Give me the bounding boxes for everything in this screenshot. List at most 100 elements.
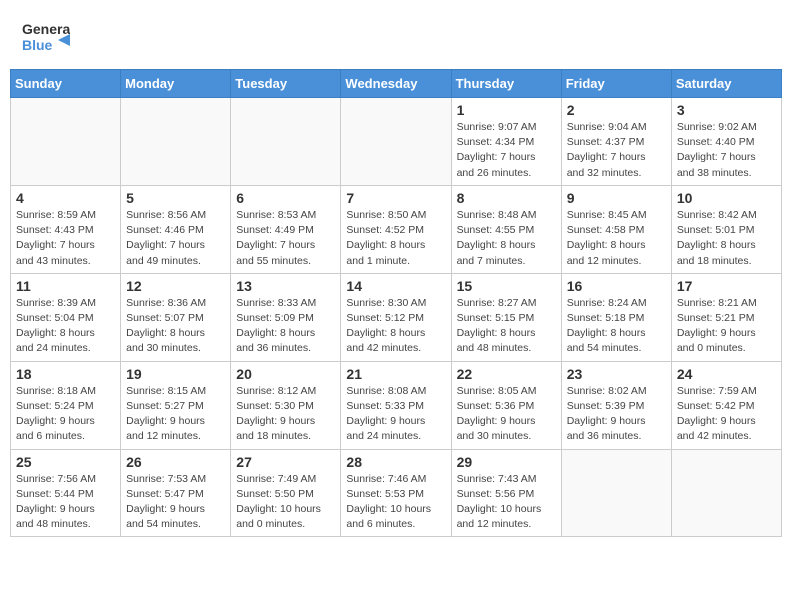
day-info: Sunrise: 8:56 AM Sunset: 4:46 PM Dayligh…	[126, 208, 225, 269]
calendar-cell: 2 Sunrise: 9:04 AM Sunset: 4:37 PM Daylig…	[561, 98, 671, 186]
day-info: Sunrise: 8:18 AM Sunset: 5:24 PM Dayligh…	[16, 384, 115, 445]
day-info: Sunrise: 8:59 AM Sunset: 4:43 PM Dayligh…	[16, 208, 115, 269]
day-info: Sunrise: 9:04 AM Sunset: 4:37 PM Dayligh…	[567, 120, 666, 181]
day-info: Sunrise: 8:45 AM Sunset: 4:58 PM Dayligh…	[567, 208, 666, 269]
calendar-cell	[11, 98, 121, 186]
calendar-cell: 23 Sunrise: 8:02 AM Sunset: 5:39 PM Dayli…	[561, 361, 671, 449]
day-number: 16	[567, 278, 666, 294]
calendar-cell: 9 Sunrise: 8:45 AM Sunset: 4:58 PM Daylig…	[561, 185, 671, 273]
calendar-cell: 11 Sunrise: 8:39 AM Sunset: 5:04 PM Dayli…	[11, 273, 121, 361]
calendar-cell: 15 Sunrise: 8:27 AM Sunset: 5:15 PM Dayli…	[451, 273, 561, 361]
week-row-4: 18 Sunrise: 8:18 AM Sunset: 5:24 PM Dayli…	[11, 361, 782, 449]
calendar-cell	[561, 449, 671, 537]
calendar-wrapper: SundayMondayTuesdayWednesdayThursdayFrid…	[0, 69, 792, 547]
weekday-thursday: Thursday	[451, 70, 561, 98]
calendar-cell: 27 Sunrise: 7:49 AM Sunset: 5:50 PM Dayli…	[231, 449, 341, 537]
day-info: Sunrise: 7:59 AM Sunset: 5:42 PM Dayligh…	[677, 384, 776, 445]
week-row-3: 11 Sunrise: 8:39 AM Sunset: 5:04 PM Dayli…	[11, 273, 782, 361]
weekday-header-row: SundayMondayTuesdayWednesdayThursdayFrid…	[11, 70, 782, 98]
calendar-cell: 17 Sunrise: 8:21 AM Sunset: 5:21 PM Dayli…	[671, 273, 781, 361]
calendar-table: SundayMondayTuesdayWednesdayThursdayFrid…	[10, 69, 782, 537]
weekday-tuesday: Tuesday	[231, 70, 341, 98]
day-info: Sunrise: 7:53 AM Sunset: 5:47 PM Dayligh…	[126, 472, 225, 533]
calendar-cell: 18 Sunrise: 8:18 AM Sunset: 5:24 PM Dayli…	[11, 361, 121, 449]
weekday-friday: Friday	[561, 70, 671, 98]
day-info: Sunrise: 9:07 AM Sunset: 4:34 PM Dayligh…	[457, 120, 556, 181]
calendar-cell: 29 Sunrise: 7:43 AM Sunset: 5:56 PM Dayli…	[451, 449, 561, 537]
day-info: Sunrise: 8:30 AM Sunset: 5:12 PM Dayligh…	[346, 296, 445, 357]
day-number: 18	[16, 366, 115, 382]
day-number: 27	[236, 454, 335, 470]
calendar-cell: 6Sunrise: 8:53 AM Sunset: 4:49 PM Daylig…	[231, 185, 341, 273]
calendar-cell: 19 Sunrise: 8:15 AM Sunset: 5:27 PM Dayli…	[121, 361, 231, 449]
day-info: Sunrise: 7:46 AM Sunset: 5:53 PM Dayligh…	[346, 472, 445, 533]
day-info: Sunrise: 7:43 AM Sunset: 5:56 PM Dayligh…	[457, 472, 556, 533]
day-info: Sunrise: 8:33 AM Sunset: 5:09 PM Dayligh…	[236, 296, 335, 357]
day-info: Sunrise: 8:02 AM Sunset: 5:39 PM Dayligh…	[567, 384, 666, 445]
day-number: 19	[126, 366, 225, 382]
calendar-cell: 13Sunrise: 8:33 AM Sunset: 5:09 PM Dayli…	[231, 273, 341, 361]
calendar-cell: 4 Sunrise: 8:59 AM Sunset: 4:43 PM Daylig…	[11, 185, 121, 273]
day-info: Sunrise: 7:49 AM Sunset: 5:50 PM Dayligh…	[236, 472, 335, 533]
day-info: Sunrise: 8:05 AM Sunset: 5:36 PM Dayligh…	[457, 384, 556, 445]
day-number: 20	[236, 366, 335, 382]
day-number: 3	[677, 102, 776, 118]
day-info: Sunrise: 9:02 AM Sunset: 4:40 PM Dayligh…	[677, 120, 776, 181]
day-number: 1	[457, 102, 556, 118]
week-row-1: 1 Sunrise: 9:07 AM Sunset: 4:34 PM Daylig…	[11, 98, 782, 186]
logo: General Blue	[20, 16, 70, 65]
day-info: Sunrise: 8:15 AM Sunset: 5:27 PM Dayligh…	[126, 384, 225, 445]
day-number: 22	[457, 366, 556, 382]
day-number: 2	[567, 102, 666, 118]
calendar-cell: 3 Sunrise: 9:02 AM Sunset: 4:40 PM Daylig…	[671, 98, 781, 186]
day-number: 23	[567, 366, 666, 382]
calendar-cell: 7Sunrise: 8:50 AM Sunset: 4:52 PM Daylig…	[341, 185, 451, 273]
day-number: 5	[126, 190, 225, 206]
calendar-cell: 8 Sunrise: 8:48 AM Sunset: 4:55 PM Daylig…	[451, 185, 561, 273]
calendar-cell: 21 Sunrise: 8:08 AM Sunset: 5:33 PM Dayli…	[341, 361, 451, 449]
day-info: Sunrise: 8:36 AM Sunset: 5:07 PM Dayligh…	[126, 296, 225, 357]
day-number: 10	[677, 190, 776, 206]
day-number: 12	[126, 278, 225, 294]
calendar-cell: 25 Sunrise: 7:56 AM Sunset: 5:44 PM Dayli…	[11, 449, 121, 537]
day-number: 24	[677, 366, 776, 382]
calendar-cell: 22 Sunrise: 8:05 AM Sunset: 5:36 PM Dayli…	[451, 361, 561, 449]
day-number: 26	[126, 454, 225, 470]
svg-text:Blue: Blue	[22, 37, 53, 53]
day-info: Sunrise: 7:56 AM Sunset: 5:44 PM Dayligh…	[16, 472, 115, 533]
calendar-cell	[341, 98, 451, 186]
day-number: 28	[346, 454, 445, 470]
calendar-cell: 10Sunrise: 8:42 AM Sunset: 5:01 PM Dayli…	[671, 185, 781, 273]
day-info: Sunrise: 8:27 AM Sunset: 5:15 PM Dayligh…	[457, 296, 556, 357]
calendar-cell: 24 Sunrise: 7:59 AM Sunset: 5:42 PM Dayli…	[671, 361, 781, 449]
day-info: Sunrise: 8:39 AM Sunset: 5:04 PM Dayligh…	[16, 296, 115, 357]
day-info: Sunrise: 8:21 AM Sunset: 5:21 PM Dayligh…	[677, 296, 776, 357]
week-row-5: 25 Sunrise: 7:56 AM Sunset: 5:44 PM Dayli…	[11, 449, 782, 537]
weekday-monday: Monday	[121, 70, 231, 98]
day-number: 11	[16, 278, 115, 294]
calendar-cell: 26 Sunrise: 7:53 AM Sunset: 5:47 PM Dayli…	[121, 449, 231, 537]
week-row-2: 4 Sunrise: 8:59 AM Sunset: 4:43 PM Daylig…	[11, 185, 782, 273]
day-info: Sunrise: 8:50 AM Sunset: 4:52 PM Dayligh…	[346, 208, 445, 269]
calendar-cell	[231, 98, 341, 186]
day-number: 4	[16, 190, 115, 206]
weekday-saturday: Saturday	[671, 70, 781, 98]
day-number: 8	[457, 190, 556, 206]
day-number: 29	[457, 454, 556, 470]
weekday-wednesday: Wednesday	[341, 70, 451, 98]
day-info: Sunrise: 8:08 AM Sunset: 5:33 PM Dayligh…	[346, 384, 445, 445]
day-number: 9	[567, 190, 666, 206]
day-info: Sunrise: 8:48 AM Sunset: 4:55 PM Dayligh…	[457, 208, 556, 269]
day-number: 15	[457, 278, 556, 294]
weekday-sunday: Sunday	[11, 70, 121, 98]
day-number: 25	[16, 454, 115, 470]
svg-text:General: General	[22, 21, 70, 37]
day-number: 17	[677, 278, 776, 294]
day-number: 14	[346, 278, 445, 294]
calendar-cell: 5 Sunrise: 8:56 AM Sunset: 4:46 PM Daylig…	[121, 185, 231, 273]
calendar-cell: 16Sunrise: 8:24 AM Sunset: 5:18 PM Dayli…	[561, 273, 671, 361]
day-info: Sunrise: 8:53 AM Sunset: 4:49 PM Dayligh…	[236, 208, 335, 269]
day-number: 21	[346, 366, 445, 382]
calendar-cell: 12 Sunrise: 8:36 AM Sunset: 5:07 PM Dayli…	[121, 273, 231, 361]
calendar-cell	[671, 449, 781, 537]
